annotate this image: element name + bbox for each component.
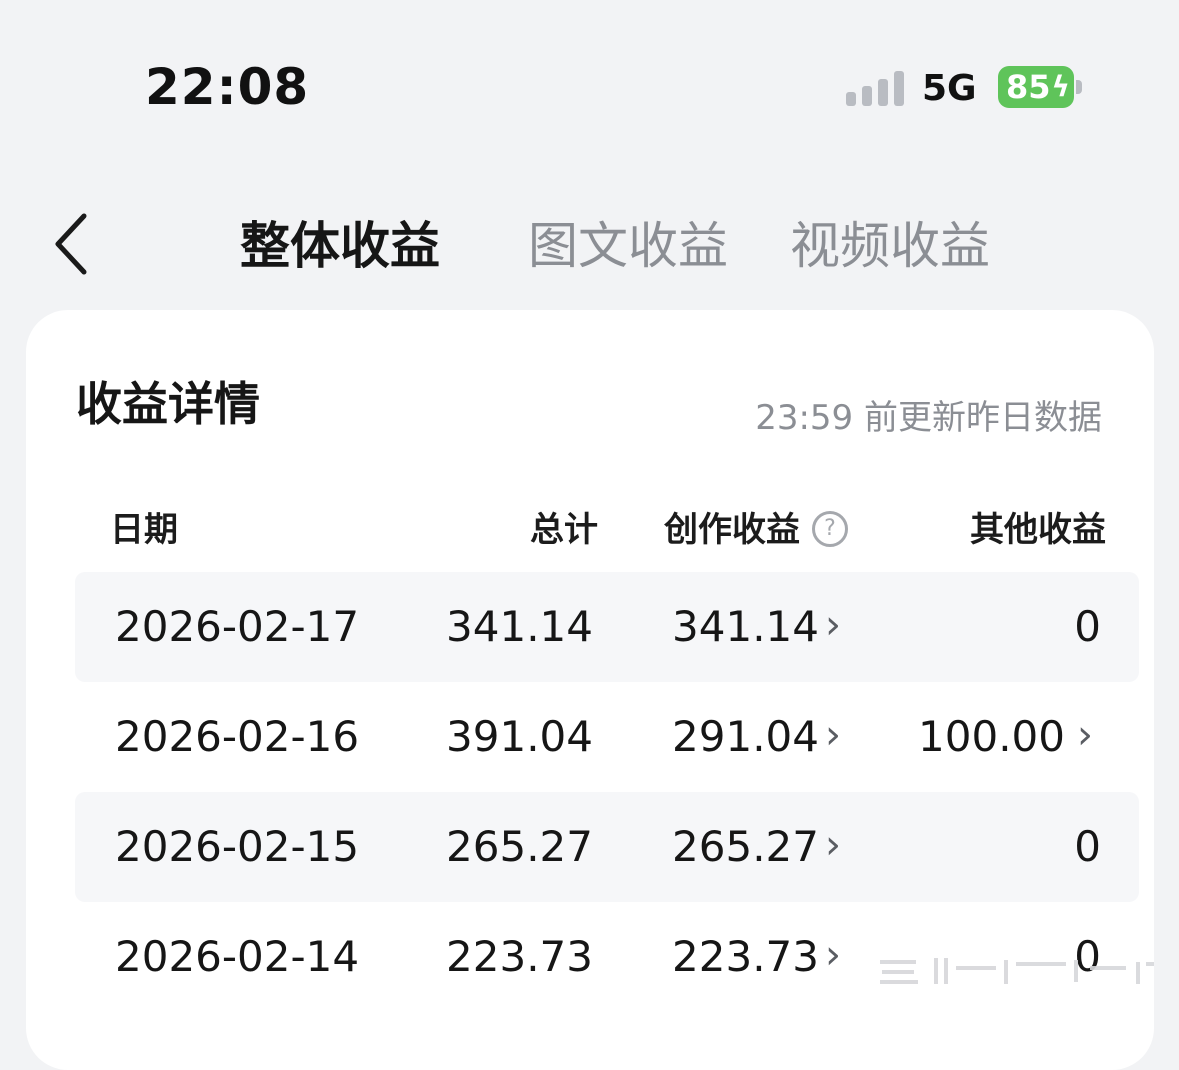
- battery-tip: [1076, 80, 1082, 94]
- row-creation[interactable]: 265.27: [672, 792, 819, 902]
- row-total: 341.14: [446, 602, 593, 651]
- card-title: 收益详情: [76, 377, 260, 431]
- row-other[interactable]: 100.00: [918, 682, 1065, 792]
- header-total: 总计: [530, 510, 598, 550]
- row-total: 223.73: [446, 932, 593, 981]
- chevron-right-icon[interactable]: ›: [825, 792, 841, 898]
- chevron-left-icon: [55, 213, 87, 275]
- row-total: 391.04: [446, 712, 593, 761]
- chevron-right-icon[interactable]: ›: [1077, 682, 1093, 788]
- row-creation[interactable]: 291.04: [672, 682, 819, 792]
- tab-video-earnings[interactable]: 视频收益: [790, 206, 990, 278]
- row-total: 265.27: [446, 822, 593, 871]
- back-button[interactable]: [50, 208, 110, 278]
- chevron-right-icon[interactable]: ›: [825, 572, 841, 678]
- table-row: 2026-02-17 341.14 341.14 › 0: [75, 572, 1139, 682]
- help-icon[interactable]: ?: [812, 510, 848, 547]
- header-creation: 创作收益?: [664, 502, 848, 551]
- row-creation[interactable]: 223.73: [672, 902, 819, 1012]
- header-creation-label: 创作收益: [664, 510, 800, 550]
- row-creation[interactable]: 341.14: [672, 572, 819, 682]
- row-date: 2026-02-16: [115, 712, 360, 761]
- status-time: 22:08: [145, 58, 310, 116]
- chevron-right-icon[interactable]: ›: [825, 682, 841, 788]
- network-type: 5G: [922, 68, 977, 109]
- battery-icon: 85 ϟ: [998, 66, 1074, 108]
- chevron-right-icon[interactable]: ›: [825, 902, 841, 1008]
- row-date: 2026-02-15: [115, 822, 360, 871]
- tab-overall-earnings[interactable]: 整体收益: [240, 206, 440, 278]
- header-other: 其他收益: [970, 510, 1106, 550]
- header-date: 日期: [110, 510, 178, 550]
- row-other: 0: [1074, 602, 1101, 651]
- watermark: [880, 958, 1154, 984]
- update-note: 23:59 前更新昨日数据: [755, 398, 1102, 438]
- charging-bolt-icon: ϟ: [1051, 70, 1070, 103]
- table-row: 2026-02-16 391.04 291.04 › 100.00 ›: [75, 682, 1139, 792]
- signal-icon: [846, 70, 904, 106]
- row-date: 2026-02-14: [115, 932, 360, 981]
- battery-level: 85: [1006, 68, 1051, 106]
- table-row: 2026-02-15 265.27 265.27 › 0: [75, 792, 1139, 902]
- tab-article-earnings[interactable]: 图文收益: [528, 206, 728, 278]
- row-date: 2026-02-17: [115, 602, 360, 651]
- row-other: 0: [1074, 822, 1101, 871]
